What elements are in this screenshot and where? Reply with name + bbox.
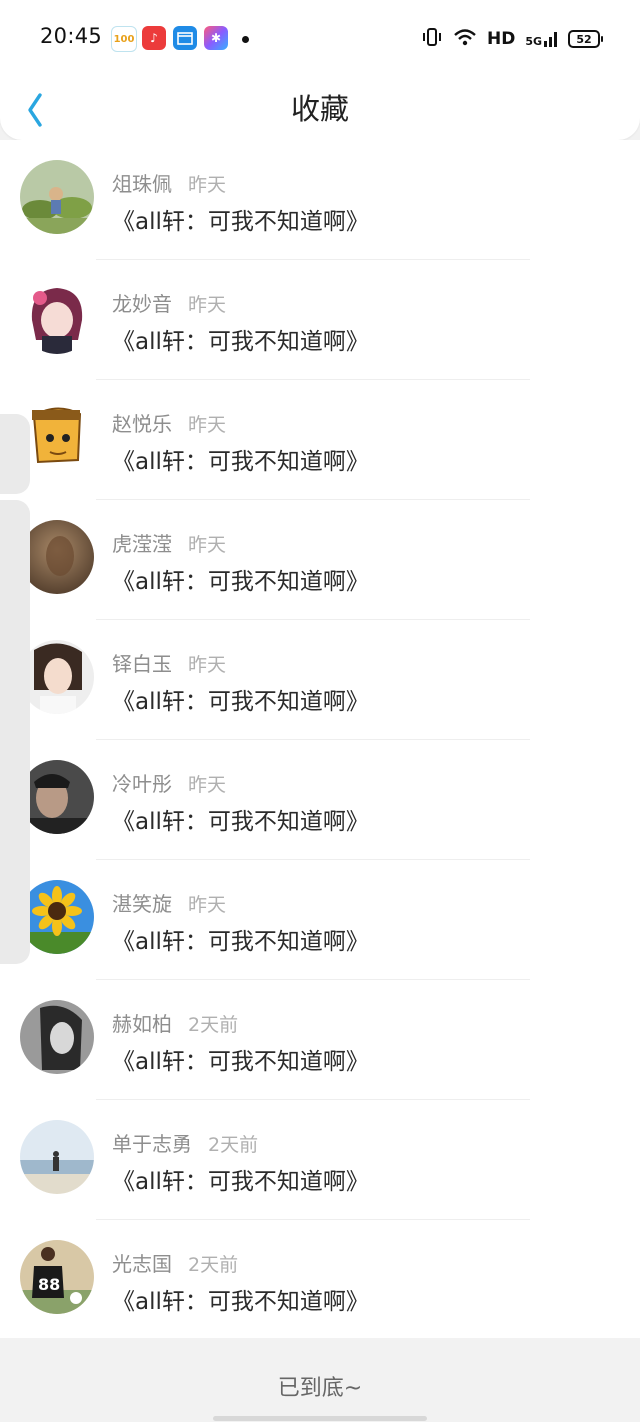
list-item[interactable]: 俎珠佩 昨天 《all轩：可我不知道啊》 — [0, 140, 640, 260]
item-content: 《all轩：可我不知道啊》 — [112, 569, 369, 595]
avatar[interactable] — [20, 1000, 94, 1074]
item-time: 昨天 — [188, 294, 227, 316]
item-content: 《all轩：可我不知道啊》 — [112, 209, 369, 235]
footer: 已到底~ — [0, 1338, 640, 1422]
item-content: 《all轩：可我不知道啊》 — [112, 809, 369, 835]
list-item[interactable]: 88 光志国 2天前 《all轩：可我不知道啊》 — [0, 1220, 640, 1340]
list-item[interactable]: 赫如柏 2天前 《all轩：可我不知道啊》 — [0, 980, 640, 1100]
side-drawer-handle[interactable] — [0, 414, 30, 494]
sender-name: 赫如柏 2天前 — [112, 1012, 239, 1036]
status-time: 20:45 — [40, 24, 103, 48]
vibrate-icon — [421, 27, 443, 51]
avatar[interactable] — [20, 400, 94, 474]
list-item[interactable]: 冷叶彤 昨天 《all轩：可我不知道啊》 — [0, 740, 640, 860]
avatar[interactable] — [20, 280, 94, 354]
sender-name: 赵悦乐 昨天 — [112, 412, 227, 436]
item-time: 昨天 — [188, 774, 227, 796]
avatar[interactable] — [20, 640, 94, 714]
page-title: 收藏 — [290, 92, 349, 126]
item-content: 《all轩：可我不知道啊》 — [112, 329, 369, 355]
sender-name: 铎白玉 昨天 — [112, 652, 227, 676]
app-100-icon: 100 — [111, 26, 137, 52]
hd-label: HD — [486, 29, 516, 49]
gallery-app-icon: ✱ — [204, 26, 228, 50]
avatar[interactable] — [20, 760, 94, 834]
list-item[interactable]: 湛笑旋 昨天 《all轩：可我不知道啊》 — [0, 860, 640, 980]
item-time: 2天前 — [188, 1254, 239, 1276]
wifi-icon — [453, 28, 477, 50]
item-content: 《all轩：可我不知道啊》 — [112, 1289, 369, 1315]
system-icons: HD 5G 52 — [421, 26, 603, 52]
window-app-icon — [173, 26, 197, 50]
avatar[interactable] — [20, 1120, 94, 1194]
list-item[interactable]: 铎白玉 昨天 《all轩：可我不知道啊》 — [0, 620, 640, 740]
avatar[interactable]: 88 — [20, 1240, 94, 1314]
item-time: 昨天 — [188, 414, 227, 436]
svg-text:88: 88 — [38, 1275, 60, 1294]
list-item[interactable]: 单于志勇 2天前 《all轩：可我不知道啊》 — [0, 1100, 640, 1220]
sender-name: 光志国 2天前 — [112, 1252, 239, 1276]
battery-icon: 52 — [568, 30, 603, 48]
item-time: 昨天 — [188, 174, 227, 196]
item-content: 《all轩：可我不知道啊》 — [112, 1169, 369, 1195]
side-panel-handle[interactable] — [0, 500, 30, 964]
item-time: 2天前 — [188, 1014, 239, 1036]
end-of-list-text: 已到底~ — [277, 1376, 363, 1401]
item-content: 《all轩：可我不知道啊》 — [112, 929, 369, 955]
signal-icon: 5G — [525, 31, 558, 47]
home-indicator[interactable] — [213, 1416, 427, 1421]
status-bar: 20:45 100 ♪ ✱ HD 5G 52 — [0, 0, 640, 78]
list-item[interactable]: 虎滢滢 昨天 《all轩：可我不知道啊》 — [0, 500, 640, 620]
item-time: 昨天 — [188, 894, 227, 916]
list-item[interactable]: 龙妙音 昨天 《all轩：可我不知道啊》 — [0, 260, 640, 380]
item-content: 《all轩：可我不知道啊》 — [112, 689, 369, 715]
item-content: 《all轩：可我不知道啊》 — [112, 1049, 369, 1075]
list-item[interactable]: 赵悦乐 昨天 《all轩：可我不知道啊》 — [0, 380, 640, 500]
sender-name: 冷叶彤 昨天 — [112, 772, 227, 796]
header: 20:45 100 ♪ ✱ HD 5G 52 收藏 — [0, 0, 640, 140]
avatar[interactable] — [20, 880, 94, 954]
avatar[interactable] — [20, 520, 94, 594]
notification-dot — [242, 36, 249, 43]
music-app-icon: ♪ — [142, 26, 166, 50]
sender-name: 虎滢滢 昨天 — [112, 532, 227, 556]
item-time: 2天前 — [208, 1134, 259, 1156]
avatar[interactable] — [20, 160, 94, 234]
item-time: 昨天 — [188, 654, 227, 676]
item-time: 昨天 — [188, 534, 227, 556]
nav-bar: 收藏 — [0, 78, 640, 138]
sender-name: 龙妙音 昨天 — [112, 292, 227, 316]
favorites-list: 俎珠佩 昨天 《all轩：可我不知道啊》 龙妙音 昨天 《all轩：可我不知道啊》 … — [0, 140, 640, 1338]
sender-name: 单于志勇 2天前 — [112, 1132, 259, 1156]
sender-name: 湛笑旋 昨天 — [112, 892, 227, 916]
sender-name: 俎珠佩 昨天 — [112, 172, 227, 196]
item-content: 《all轩：可我不知道啊》 — [112, 449, 369, 475]
